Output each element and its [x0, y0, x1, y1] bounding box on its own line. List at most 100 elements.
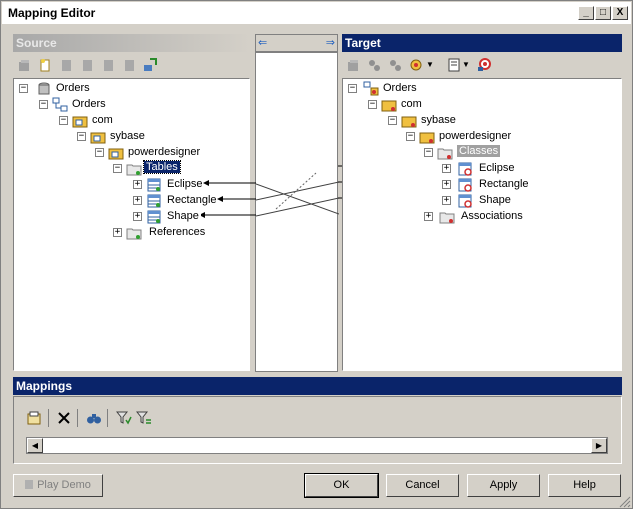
- tree-node-references[interactable]: + References: [112, 225, 242, 241]
- expand-icon[interactable]: +: [442, 180, 451, 189]
- delete-icon[interactable]: [56, 410, 72, 426]
- expand-icon[interactable]: +: [133, 180, 142, 189]
- new-icon[interactable]: [16, 57, 32, 73]
- source-tree[interactable]: − Orders − Orders − com − sybase − power…: [13, 78, 250, 371]
- collapse-icon[interactable]: −: [95, 148, 104, 157]
- collapse-icon[interactable]: −: [113, 164, 122, 173]
- cancel-button[interactable]: Cancel: [386, 474, 459, 497]
- object-icon[interactable]: [100, 57, 116, 73]
- expand-icon[interactable]: +: [424, 212, 433, 221]
- tree-node-powerdesigner[interactable]: − powerdesigner: [405, 129, 605, 145]
- tree-node-orders-root[interactable]: − Orders: [18, 81, 218, 97]
- tree-label: Shape: [167, 210, 199, 222]
- expand-icon[interactable]: +: [113, 228, 122, 237]
- window-title: Mapping Editor: [8, 6, 96, 20]
- table-icon: [147, 210, 161, 224]
- attribute-icon[interactable]: [387, 57, 403, 73]
- link-panel-header: ⇐ ⇒: [255, 34, 338, 52]
- apply-button[interactable]: Apply: [467, 474, 540, 497]
- tree-node-orders-model[interactable]: − Orders: [38, 97, 238, 113]
- title-bar[interactable]: Mapping Editor _ □ X: [2, 2, 631, 24]
- tree-node-com[interactable]: − com: [367, 97, 567, 113]
- collapse-icon[interactable]: −: [406, 132, 415, 141]
- tree-node-classes-folder[interactable]: − Classes: [423, 145, 621, 161]
- tree-node-sybase[interactable]: − sybase: [76, 129, 249, 145]
- expand-icon[interactable]: +: [442, 196, 451, 205]
- collapse-icon[interactable]: −: [348, 84, 357, 93]
- folder-icon: [126, 228, 142, 240]
- expand-icon[interactable]: +: [133, 196, 142, 205]
- object-icon[interactable]: [121, 57, 137, 73]
- resize-grip-icon[interactable]: [617, 494, 631, 508]
- tree-node-associations[interactable]: + Associations: [423, 209, 583, 225]
- arrow-left-icon[interactable]: ⇐: [258, 36, 267, 49]
- target-map-icon[interactable]: [476, 57, 492, 73]
- tree-node-com[interactable]: − com: [58, 113, 249, 129]
- apply-label: Apply: [489, 479, 518, 491]
- tree-node-powerdesigner[interactable]: − powerdesigner: [94, 145, 249, 161]
- maximize-button[interactable]: □: [595, 6, 611, 20]
- properties-icon[interactable]: [446, 57, 462, 73]
- object-icon[interactable]: [58, 57, 74, 73]
- collapse-icon[interactable]: −: [39, 100, 48, 109]
- tree-label: Orders: [56, 82, 90, 94]
- tree-label: References: [149, 226, 206, 238]
- source-toolbar: [13, 54, 250, 78]
- tree-label: Orders: [72, 98, 106, 110]
- table-icon: [147, 178, 161, 192]
- play-icon: [25, 480, 34, 489]
- chevron-down-icon[interactable]: ▼: [426, 60, 434, 69]
- chevron-down-icon[interactable]: ▼: [462, 60, 470, 69]
- collapse-icon[interactable]: −: [19, 84, 28, 93]
- add-table-icon[interactable]: [37, 57, 53, 73]
- tree-node-class-rectangle[interactable]: + Rectangle: [441, 177, 601, 193]
- class-icon: [458, 194, 472, 208]
- arrow-right-icon[interactable]: ⇒: [326, 36, 335, 49]
- expand-icon[interactable]: +: [133, 212, 142, 221]
- mappings-header-label: Mappings: [16, 379, 72, 393]
- tree-node-orders-root[interactable]: − Orders: [347, 81, 547, 97]
- filter-icon[interactable]: [116, 410, 132, 426]
- mappings-horizontal-scrollbar[interactable]: ◀ ▶: [26, 437, 608, 454]
- toolbar-separator: [107, 409, 108, 427]
- tree-label: sybase: [110, 130, 145, 142]
- minimize-button[interactable]: _: [578, 6, 594, 20]
- play-demo-button[interactable]: Play Demo: [13, 474, 103, 497]
- tree-label: Eclipse: [479, 162, 515, 174]
- package-icon: [90, 132, 106, 144]
- target-tree[interactable]: − Orders − com − sybase − powerdesigner …: [342, 78, 622, 371]
- tree-node-class-shape[interactable]: + Shape: [441, 193, 601, 209]
- scroll-left-button[interactable]: ◀: [27, 438, 43, 453]
- tree-label: Eclipse: [167, 178, 203, 190]
- ok-label: OK: [333, 479, 350, 491]
- cancel-label: Cancel: [405, 479, 440, 491]
- collapse-icon[interactable]: −: [59, 116, 68, 125]
- package-icon: [72, 116, 88, 128]
- collapse-icon[interactable]: −: [388, 116, 397, 125]
- new-icon[interactable]: [345, 57, 361, 73]
- collapse-icon[interactable]: −: [424, 148, 433, 157]
- source-panel-header: Source: [13, 34, 250, 52]
- ok-button[interactable]: OK: [304, 473, 379, 498]
- tree-node-sybase[interactable]: − sybase: [387, 113, 587, 129]
- object-icon[interactable]: [79, 57, 95, 73]
- map-icon[interactable]: [142, 57, 158, 73]
- find-icon[interactable]: [86, 410, 102, 426]
- attribute-icon[interactable]: [366, 57, 382, 73]
- help-button[interactable]: Help: [548, 474, 621, 497]
- collapse-icon[interactable]: −: [368, 100, 377, 109]
- tree-label: Orders: [383, 82, 417, 94]
- table-icon: [147, 194, 161, 208]
- package-icon: [419, 132, 435, 144]
- mapping-links: [256, 172, 339, 217]
- collapse-icon[interactable]: −: [77, 132, 86, 141]
- expand-icon[interactable]: +: [442, 164, 451, 173]
- scroll-right-button[interactable]: ▶: [591, 438, 607, 453]
- filter-check-icon[interactable]: [136, 410, 152, 426]
- properties-icon[interactable]: [26, 410, 42, 426]
- tree-label: Rectangle: [479, 178, 529, 190]
- target-toolbar: ▼ ▼: [342, 54, 622, 78]
- tree-node-class-eclipse[interactable]: + Eclipse: [441, 161, 601, 177]
- close-button[interactable]: X: [612, 6, 628, 20]
- add-dropdown-icon[interactable]: [409, 57, 425, 73]
